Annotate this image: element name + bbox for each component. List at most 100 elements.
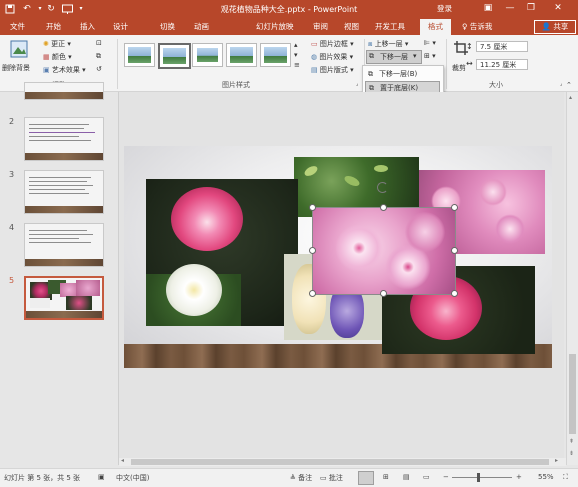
page-down-icon[interactable]: ⇟ [569,450,574,457]
send-backward-icon: ⧉ [368,70,373,78]
resize-handle[interactable] [451,204,458,211]
minimize-icon[interactable]: — [500,1,520,16]
reading-view-icon[interactable]: ▤ [403,473,410,481]
status-bar: 幻灯片 第 5 张，共 5 张 ▣ 中文(中国) ≜ 备注 ▭ 批注 ⊞ ▤ ▭… [0,468,578,487]
zoom-out-icon[interactable]: − [443,473,449,481]
slideshow-view-icon[interactable]: ▭ [423,473,430,481]
scroll-up-icon[interactable]: ▴ [569,94,572,101]
tab-file[interactable]: 文件 [10,21,25,32]
close-icon[interactable]: ✕ [548,1,568,16]
picture-style-4[interactable] [226,43,257,67]
remove-background-button[interactable]: 删除背景 [2,38,36,78]
horizontal-scroll-thumb[interactable] [131,459,549,465]
slide-number: 3 [9,170,15,179]
slide-thumbnail-4[interactable] [24,223,104,267]
scroll-left-icon[interactable]: ◂ [121,457,124,464]
picture-styles-group-label: 图片样式 [222,81,250,89]
tell-me-box[interactable]: ♀ 告诉我 [462,21,492,32]
slide-thumbnails-panel[interactable]: 2 3 4 5 [0,82,119,465]
chevron-down-icon: ▾ [79,66,86,74]
picture-style-2[interactable] [158,43,191,69]
zoom-slider[interactable] [452,473,512,482]
resize-handle[interactable] [309,290,316,297]
corrections-button[interactable]: ✺ 更正 ▾ [43,39,71,49]
tab-format[interactable]: 格式 [420,19,451,36]
picture-effects-button[interactable]: ◍ 图片效果 ▾ [311,52,353,62]
group-objects-icon[interactable]: ⊞ ▾ [424,52,436,60]
dialog-launcher-icon[interactable]: ⌟ [356,81,358,87]
slide-thumbnail-2[interactable] [24,117,104,161]
normal-view-icon[interactable] [358,471,374,485]
zoom-in-icon[interactable]: + [516,473,522,481]
rotate-handle-icon[interactable] [377,182,388,193]
person-icon: 👤 [541,22,551,31]
gallery-more-icon[interactable]: ≡ [294,61,300,69]
picture-layout-button[interactable]: ▤ 图片版式 ▾ [311,65,354,75]
comments-icon: ▭ [320,474,327,482]
slide-sorter-icon[interactable]: ⊞ [383,473,389,481]
reset-picture-icon[interactable]: ↺ [96,65,102,73]
resize-handle[interactable] [380,204,387,211]
dialog-launcher-icon[interactable]: ⌟ [560,81,562,87]
fit-slide-icon[interactable]: ⛶ [563,473,568,482]
picture-style-3[interactable] [192,43,223,67]
menu-item-send-backward[interactable]: ⧉ 下移一层(B) [365,68,440,81]
login-button[interactable]: 登录 [435,3,454,14]
zoom-slider-thumb[interactable] [477,473,480,482]
notes-icon: ≜ [290,474,296,482]
language-status[interactable]: 中文(中国) [116,473,149,483]
page-up-icon[interactable]: ⇞ [569,438,574,445]
picture-border-button[interactable]: ▭ 图片边框 ▾ [311,39,354,49]
ribbon-tabs: 文件 开始 插入 设计 切换 动画 幻灯片放映 审阅 视图 开发工具 格式 ♀ … [0,18,578,36]
color-button[interactable]: ▦ 颜色 ▾ [43,52,72,62]
height-input[interactable]: 7.5 厘米 [476,41,528,52]
horizontal-scrollbar[interactable]: ◂ ▸ [119,457,566,466]
tab-home[interactable]: 开始 [46,21,61,32]
scroll-right-icon[interactable]: ▸ [555,457,558,464]
picture-style-5[interactable] [260,43,291,67]
picture-style-1[interactable] [124,43,155,67]
bring-forward-button[interactable]: ⧈ 上移一层 ▾ [368,39,408,49]
tab-insert[interactable]: 插入 [80,21,95,32]
resize-handle[interactable] [309,247,316,254]
align-icon[interactable]: ⊫ ▾ [424,39,436,47]
resize-handle[interactable] [309,204,316,211]
gallery-scroll-down-icon[interactable]: ▾ [294,51,298,59]
corrections-icon: ✺ [43,40,49,48]
artistic-effects-button[interactable]: ▣ 艺术效果 ▾ [43,65,86,75]
slide-thumbnail-3[interactable] [24,170,104,214]
peony-white-photo[interactable] [146,179,298,326]
tab-view[interactable]: 视图 [344,21,359,32]
notes-button[interactable]: ≜ 备注 [290,473,312,483]
picture-styles-gallery[interactable]: ▴ ▾ ≡ [120,35,306,79]
slide-thumbnail-5-selected[interactable] [24,276,104,320]
comments-button[interactable]: ▭ 批注 [320,473,343,483]
change-picture-icon[interactable]: ⧉ [96,52,101,61]
width-input[interactable]: 11.25 厘米 [476,59,528,70]
tab-transitions[interactable]: 切换 [160,21,175,32]
vertical-scroll-thumb[interactable] [569,354,576,434]
vertical-scrollbar[interactable]: ▴ ⇞ ⇟ [566,92,578,465]
restore-icon[interactable]: ❐ [521,1,541,16]
tab-review[interactable]: 审阅 [313,21,328,32]
resize-handle[interactable] [380,290,387,297]
spelling-icon[interactable]: ▣ [98,473,105,481]
tab-developer[interactable]: 开发工具 [375,21,405,32]
lightbulb-icon: ♀ [462,22,468,31]
compress-pictures-icon[interactable]: ⊡ [96,39,102,47]
tab-animations[interactable]: 动画 [194,21,209,32]
picture-effects-icon: ◍ [311,53,318,61]
tab-design-main[interactable]: 设计 [113,21,128,32]
resize-handle[interactable] [451,290,458,297]
tab-slideshow[interactable]: 幻灯片放映 [256,21,294,32]
resize-handle[interactable] [451,247,458,254]
zoom-level[interactable]: 55% [538,473,554,481]
group-separator [117,39,118,89]
gallery-scroll-up-icon[interactable]: ▴ [294,41,298,49]
collapse-ribbon-icon[interactable]: ⌃ [566,81,572,89]
ribbon-display-options-icon[interactable]: ▣ [478,1,498,16]
share-button[interactable]: 👤 共享 [534,20,576,34]
send-backward-button[interactable]: ⧉ 下移一层 ▾ [366,50,422,64]
slide-canvas[interactable] [124,146,552,368]
slide-thumbnail-1[interactable] [24,82,104,100]
